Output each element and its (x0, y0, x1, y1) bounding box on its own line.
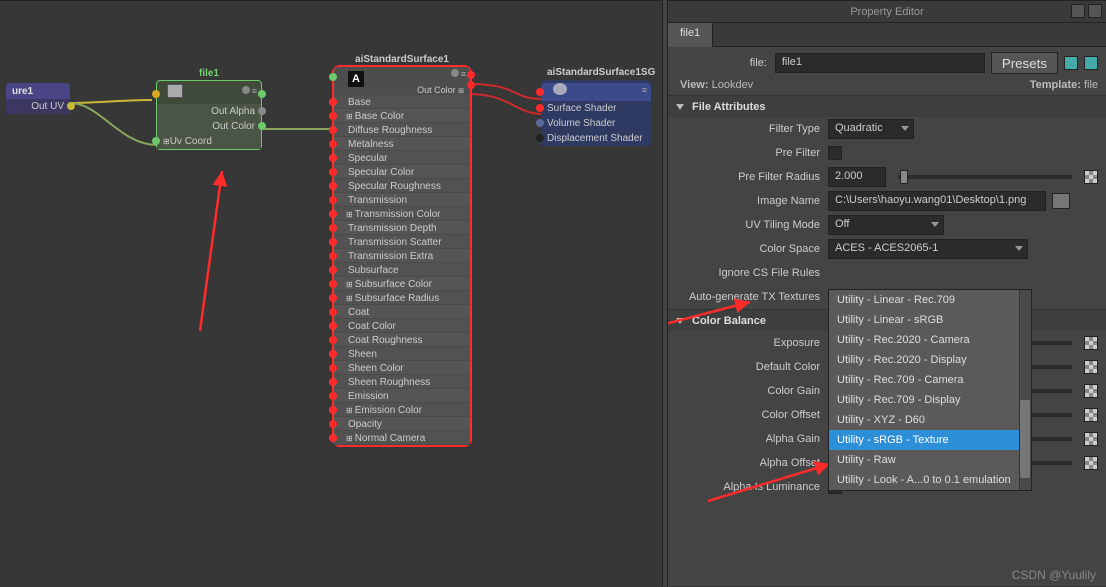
node-name-input[interactable]: file1 (775, 53, 985, 73)
attr-coat-color[interactable]: Coat Color (334, 319, 470, 333)
node-menu-icon[interactable]: ≡ (642, 85, 647, 95)
attr-coat[interactable]: Coat (334, 305, 470, 319)
show-button[interactable] (1064, 56, 1078, 70)
node-shadinggroup[interactable]: aiStandardSurface1SG ≡ Surface Shader Vo… (541, 80, 651, 146)
prefilter-radius-input[interactable]: 2.000 (828, 167, 886, 187)
prefilter-radius-slider[interactable] (898, 175, 1072, 179)
filter-type-combo[interactable]: Quadratic (828, 119, 914, 139)
hide-button[interactable] (1084, 56, 1098, 70)
attr-base-color[interactable]: ⊞Base Color (334, 109, 470, 123)
file-label: file: (668, 57, 775, 69)
attr-transmission-depth[interactable]: Transmission Depth (334, 221, 470, 235)
image-name-input[interactable]: C:\Users\haoyu.wang01\Desktop\1.png (828, 191, 1046, 211)
attr-metalness[interactable]: Metalness (334, 137, 470, 151)
color-space-option[interactable]: Utility - Linear - Rec.709 (829, 290, 1031, 310)
attr-normal-camera[interactable]: ⊞Normal Camera (334, 431, 470, 445)
watermark: CSDN @Yuulily (1012, 568, 1096, 582)
view-mode: Lookdev (712, 79, 754, 91)
attr-transmission-color[interactable]: ⊞Transmission Color (334, 207, 470, 221)
attr-coat-roughness[interactable]: Coat Roughness (334, 333, 470, 347)
color-space-option[interactable]: Utility - Rec.2020 - Display (829, 350, 1031, 370)
attr-emission-color[interactable]: ⊞Emission Color (334, 403, 470, 417)
attr-subsurface-radius[interactable]: ⊞Subsurface Radius (334, 291, 470, 305)
port-label: Out UV (31, 101, 64, 112)
attr-specular-color[interactable]: Specular Color (334, 165, 470, 179)
color-space-option[interactable]: Utility - Linear - sRGB (829, 310, 1031, 330)
attr-sheen-color[interactable]: Sheen Color (334, 361, 470, 375)
section-file-attributes[interactable]: File Attributes (668, 95, 1106, 117)
color-space-option[interactable]: Utility - Raw (829, 450, 1031, 470)
map-button[interactable] (1084, 336, 1098, 350)
node-aistandardsurface[interactable]: aiStandardSurface1 A ≡ Out Color ⊞ Base⊞… (334, 67, 470, 445)
attr-specular-roughness[interactable]: Specular Roughness (334, 179, 470, 193)
map-button[interactable] (1084, 384, 1098, 398)
dropdown-scrollbar[interactable] (1019, 290, 1031, 490)
map-button[interactable] (1084, 408, 1098, 422)
template-value: file (1084, 79, 1098, 91)
color-space-option[interactable]: Utility - sRGB - Texture (829, 430, 1031, 450)
node-file1[interactable]: file1 ≡ Out Alpha Out Color ⊞Uv Coord (156, 80, 262, 150)
browse-icon[interactable] (1052, 193, 1070, 209)
node-place2d[interactable]: ure1 Out UV (6, 83, 70, 114)
tab-file1[interactable]: file1 (668, 23, 713, 47)
color-space-option[interactable]: Utility - Rec.709 - Camera (829, 370, 1031, 390)
panel-title: Property Editor (850, 6, 923, 18)
map-button[interactable] (1084, 456, 1098, 470)
attr-subsurface[interactable]: Subsurface (334, 263, 470, 277)
color-space-option[interactable]: Utility - Rec.2020 - Camera (829, 330, 1031, 350)
attr-base[interactable]: Base (334, 95, 470, 109)
presets-button[interactable]: Presets (991, 52, 1058, 74)
uv-tiling-combo[interactable]: Off (828, 215, 944, 235)
prefilter-checkbox[interactable] (828, 146, 842, 160)
tab-bar: file1 (668, 23, 1106, 47)
color-space-option[interactable]: Utility - XYZ - D60 (829, 410, 1031, 430)
map-button[interactable] (1084, 432, 1098, 446)
node-menu-icon[interactable]: ≡ (242, 86, 257, 96)
map-button[interactable] (1084, 360, 1098, 374)
attr-specular[interactable]: Specular (334, 151, 470, 165)
popout-icon[interactable] (1071, 4, 1085, 18)
color-space-option[interactable]: Utility - Rec.709 - Display (829, 390, 1031, 410)
node-menu-icon[interactable]: ≡ (451, 69, 466, 79)
attr-transmission-extra-roughness[interactable]: Transmission Extra Roughness (334, 249, 470, 263)
attr-emission[interactable]: Emission (334, 389, 470, 403)
attr-transmission-scatter[interactable]: Transmission Scatter (334, 235, 470, 249)
color-space-option[interactable]: Utility - Look - A...0 to 0.1 emulation (829, 470, 1031, 490)
close-icon[interactable] (1088, 4, 1102, 18)
attr-diffuse-roughness[interactable]: Diffuse Roughness (334, 123, 470, 137)
attr-subsurface-color[interactable]: ⊞Subsurface Color (334, 277, 470, 291)
property-editor: Property Editor file1 file: file1 Preset… (668, 0, 1106, 586)
attr-transmission[interactable]: Transmission (334, 193, 470, 207)
attr-opacity[interactable]: Opacity (334, 417, 470, 431)
node-graph[interactable]: ure1 Out UV file1 ≡ Out Alpha Out Color … (0, 0, 662, 586)
color-space-dropdown[interactable]: Utility - Linear - Rec.709Utility - Line… (828, 289, 1032, 491)
attr-sheen[interactable]: Sheen (334, 347, 470, 361)
map-button[interactable] (1084, 170, 1098, 184)
attr-sheen-roughness[interactable]: Sheen Roughness (334, 375, 470, 389)
color-space-combo[interactable]: ACES - ACES2065-1 (828, 239, 1028, 259)
